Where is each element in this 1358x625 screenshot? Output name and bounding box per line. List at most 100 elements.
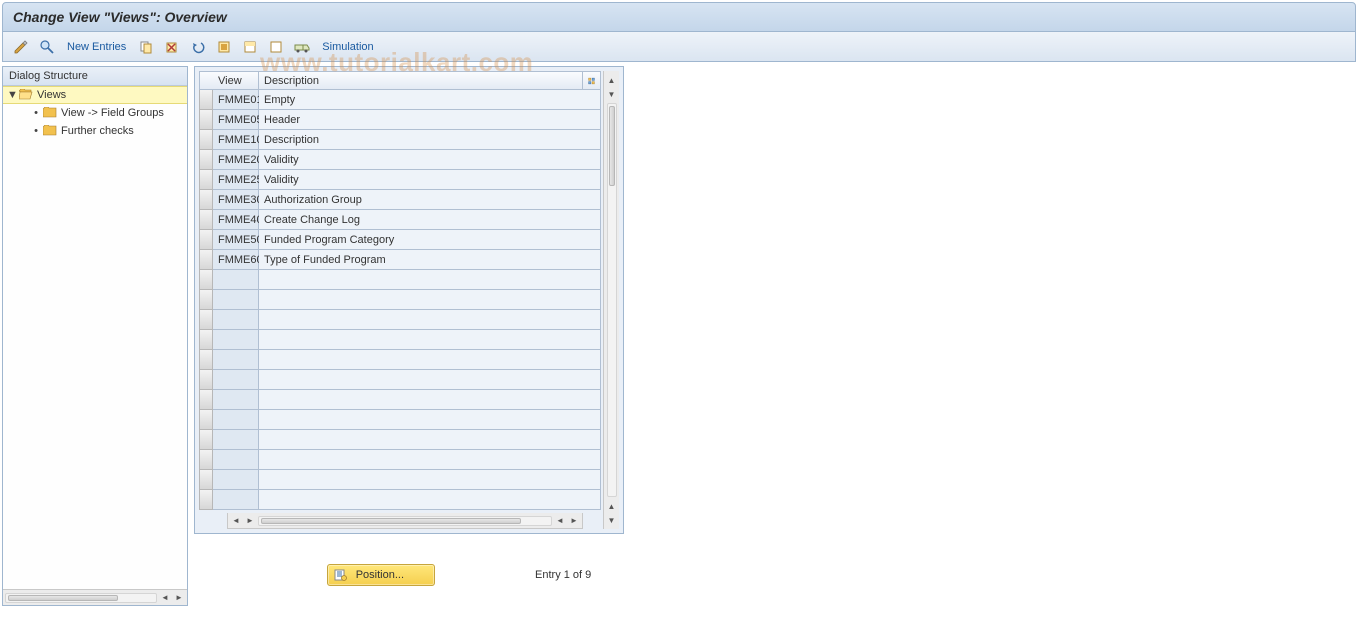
cell-view[interactable]: FMME05	[213, 110, 259, 130]
cell-view[interactable]: FMME40	[213, 210, 259, 230]
cell-description	[259, 490, 601, 510]
new-entries-button[interactable]: New Entries	[63, 41, 130, 53]
scroll-down-icon[interactable]: ▼	[606, 87, 618, 101]
table-row[interactable]: FMME10Description	[213, 130, 601, 150]
tree-bullet-icon: •	[31, 107, 41, 119]
transport-icon[interactable]	[292, 37, 312, 57]
cell-view	[213, 270, 259, 290]
page-title: Change View "Views": Overview	[13, 9, 227, 25]
table-container: View Description FMME01EmptyFMME05Header…	[194, 66, 624, 534]
row-selector[interactable]	[199, 170, 213, 190]
row-selector[interactable]	[199, 270, 213, 290]
row-selector[interactable]	[199, 230, 213, 250]
entry-counter: Entry 1 of 9	[535, 569, 591, 581]
row-selector[interactable]	[199, 190, 213, 210]
table-row[interactable]: FMME50Funded Program Category	[213, 230, 601, 250]
cell-description	[259, 430, 601, 450]
tree-item[interactable]: ▼ Views	[3, 86, 187, 104]
row-selector[interactable]	[199, 130, 213, 150]
tree-item[interactable]: •View -> Field Groups	[3, 104, 187, 122]
scroll-left-icon[interactable]: ◄	[554, 515, 566, 527]
tree-item-label: Views	[37, 89, 66, 101]
folder-icon	[43, 125, 57, 137]
cell-description	[259, 310, 601, 330]
row-selector[interactable]	[199, 290, 213, 310]
row-selector[interactable]	[199, 310, 213, 330]
table-hscroll[interactable]: ◄ ► ◄ ►	[227, 513, 583, 529]
scroll-right-icon[interactable]: ►	[244, 515, 256, 527]
row-selector[interactable]	[199, 490, 213, 510]
cell-view[interactable]: FMME01	[213, 90, 259, 110]
row-selector[interactable]	[199, 350, 213, 370]
tree-item-label: Further checks	[61, 125, 134, 137]
cell-view[interactable]: FMME60	[213, 250, 259, 270]
scroll-left-icon[interactable]: ◄	[159, 592, 171, 604]
cell-description	[259, 330, 601, 350]
tree-toggle-icon[interactable]: ▼	[7, 89, 17, 101]
row-selector[interactable]	[199, 150, 213, 170]
table-config-icon[interactable]	[583, 71, 601, 90]
row-selector[interactable]	[199, 210, 213, 230]
cell-description[interactable]: Funded Program Category	[259, 230, 601, 250]
cell-description[interactable]: Validity	[259, 150, 601, 170]
cell-view[interactable]: FMME20	[213, 150, 259, 170]
scroll-up-icon[interactable]: ▲	[606, 73, 618, 87]
row-selector[interactable]	[199, 90, 213, 110]
delete-icon[interactable]	[162, 37, 182, 57]
cell-description	[259, 370, 601, 390]
row-selector[interactable]	[199, 430, 213, 450]
table-vscroll[interactable]: ▲ ▼ ▲ ▼	[603, 71, 619, 529]
select-block-icon[interactable]	[240, 37, 260, 57]
row-selector[interactable]	[199, 390, 213, 410]
table-row[interactable]: FMME01Empty	[213, 90, 601, 110]
cell-description	[259, 350, 601, 370]
row-selector[interactable]	[199, 250, 213, 270]
table-row[interactable]: FMME60Type of Funded Program	[213, 250, 601, 270]
row-selector[interactable]	[199, 330, 213, 350]
table-row[interactable]: FMME05Header	[213, 110, 601, 130]
find-icon[interactable]	[37, 37, 57, 57]
cell-view[interactable]: FMME30	[213, 190, 259, 210]
undo-icon[interactable]	[188, 37, 208, 57]
cell-description[interactable]: Empty	[259, 90, 601, 110]
cell-description	[259, 470, 601, 490]
scroll-right-icon[interactable]: ►	[568, 515, 580, 527]
cell-description	[259, 450, 601, 470]
table-row[interactable]: FMME30Authorization Group	[213, 190, 601, 210]
col-header-view[interactable]: View	[213, 71, 259, 90]
cell-view[interactable]: FMME25	[213, 170, 259, 190]
position-label: Position...	[356, 569, 404, 581]
table-row[interactable]: FMME40Create Change Log	[213, 210, 601, 230]
simulation-button[interactable]: Simulation	[318, 41, 377, 53]
row-selector[interactable]	[199, 370, 213, 390]
cell-description[interactable]: Type of Funded Program	[259, 250, 601, 270]
position-button[interactable]: Position...	[327, 564, 435, 586]
row-selector[interactable]	[199, 450, 213, 470]
cell-description[interactable]: Create Change Log	[259, 210, 601, 230]
scroll-up-icon[interactable]: ▲	[606, 499, 618, 513]
cell-description[interactable]: Description	[259, 130, 601, 150]
select-all-icon[interactable]	[214, 37, 234, 57]
tree-item[interactable]: •Further checks	[3, 122, 187, 140]
row-selector[interactable]	[199, 110, 213, 130]
scroll-down-icon[interactable]: ▼	[606, 513, 618, 527]
table-row[interactable]: FMME20Validity	[213, 150, 601, 170]
dialog-tree: ▼Views•View -> Field Groups•Further chec…	[3, 86, 187, 589]
cell-view[interactable]: FMME50	[213, 230, 259, 250]
row-selector[interactable]	[199, 410, 213, 430]
toggle-change-icon[interactable]	[11, 37, 31, 57]
cell-description[interactable]: Authorization Group	[259, 190, 601, 210]
table-row	[213, 490, 601, 510]
copy-icon[interactable]	[136, 37, 156, 57]
scroll-right-icon[interactable]: ►	[173, 592, 185, 604]
deselect-all-icon[interactable]	[266, 37, 286, 57]
scroll-left-icon[interactable]: ◄	[230, 515, 242, 527]
cell-description[interactable]: Header	[259, 110, 601, 130]
col-header-description[interactable]: Description	[259, 71, 583, 90]
dialog-hscroll[interactable]: ◄ ►	[3, 589, 187, 605]
row-selector[interactable]	[199, 470, 213, 490]
cell-description[interactable]: Validity	[259, 170, 601, 190]
cell-view[interactable]: FMME10	[213, 130, 259, 150]
table-row[interactable]: FMME25Validity	[213, 170, 601, 190]
cell-view	[213, 330, 259, 350]
